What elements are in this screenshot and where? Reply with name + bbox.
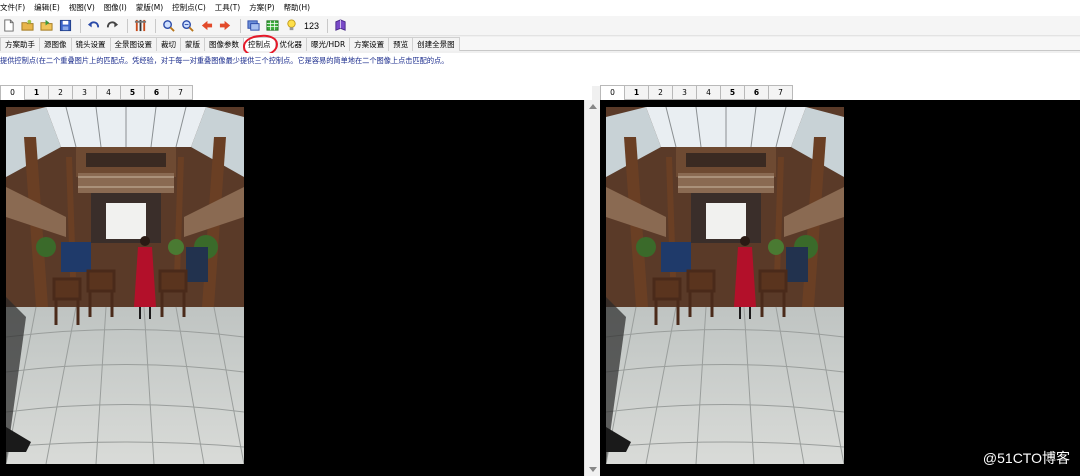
right-image-tab-2[interactable]: 2: [648, 85, 673, 100]
right-image-tab-0[interactable]: 0: [600, 85, 625, 101]
left-image-tab-1[interactable]: 1: [24, 85, 49, 100]
tab-lens-settings[interactable]: 镜头设置: [70, 37, 111, 51]
tab-image-parameters[interactable]: 图像参数: [204, 37, 244, 51]
scroll-down-icon[interactable]: [589, 467, 597, 472]
right-image-tab-3[interactable]: 3: [672, 85, 697, 100]
vertical-scrollbar[interactable]: [584, 100, 600, 476]
right-image-canvas[interactable]: @51CTO博客: [600, 100, 1080, 476]
menu-view[interactable]: 视图(V): [69, 0, 100, 16]
zoom-out-icon[interactable]: [179, 17, 196, 34]
toolbar-separator: [127, 18, 128, 33]
left-courtyard-photo[interactable]: [6, 107, 244, 464]
left-image-tab-3[interactable]: 3: [72, 85, 97, 100]
left-image-panel: 0 1 2 3 4 5 6 7: [0, 85, 592, 476]
right-image-tab-1[interactable]: 1: [624, 85, 649, 100]
right-image-tab-5[interactable]: 5: [720, 85, 745, 100]
tab-mask[interactable]: 蒙版: [180, 37, 205, 51]
left-image-tab-7[interactable]: 7: [168, 85, 193, 100]
tab-preview[interactable]: 预览: [388, 37, 414, 51]
redo-icon[interactable]: [104, 17, 121, 34]
left-image-canvas[interactable]: [0, 100, 584, 476]
open-icon[interactable]: [19, 17, 36, 34]
hint-text: 提供控制点(在二个重叠图片上的匹配点。凭经验，对于每一对重叠图像最少提供三个控制…: [0, 53, 1080, 69]
left-image-tab-6[interactable]: 6: [144, 85, 169, 100]
menu-file[interactable]: 文件(F): [0, 0, 30, 16]
left-image-tab-2[interactable]: 2: [48, 85, 73, 100]
tab-crop[interactable]: 裁切: [156, 37, 181, 51]
grid-icon[interactable]: [264, 17, 281, 34]
toolbar-separator: [155, 18, 156, 33]
menu-help[interactable]: 帮助(H): [284, 0, 316, 16]
tab-assistant[interactable]: 方案助手: [0, 37, 40, 51]
undo-icon[interactable]: [85, 17, 102, 34]
menu-mask[interactable]: 蒙版(M): [136, 0, 168, 16]
new-project-icon[interactable]: [0, 17, 17, 34]
toolbar-separator: [327, 18, 329, 33]
menu-edit[interactable]: 编辑(E): [34, 0, 65, 16]
tab-exposure-hdr[interactable]: 曝光/HDR: [306, 37, 351, 51]
scroll-up-icon[interactable]: [589, 104, 597, 109]
prev-icon[interactable]: [198, 17, 215, 34]
right-image-tab-7[interactable]: 7: [768, 85, 793, 100]
menu-image[interactable]: 图像(I): [104, 0, 132, 16]
right-image-tab-6[interactable]: 6: [744, 85, 769, 100]
right-image-tabs: 0 1 2 3 4 5 6 7: [600, 85, 1080, 101]
tab-create-panorama[interactable]: 创建全景图: [412, 37, 460, 51]
watermark: @51CTO博客: [982, 450, 1070, 466]
open-images-icon[interactable]: [38, 17, 55, 34]
left-image-tab-4[interactable]: 4: [96, 85, 121, 100]
show-numbers-icon[interactable]: 123: [304, 21, 319, 31]
tab-optimizer[interactable]: 优化器: [274, 37, 307, 51]
toolbar-separator: [240, 18, 241, 33]
tab-project-settings[interactable]: 方案设置: [349, 37, 390, 51]
right-image-tab-4[interactable]: 4: [696, 85, 721, 100]
next-icon[interactable]: [217, 17, 234, 34]
left-image-tabs: 0 1 2 3 4 5 6 7: [0, 85, 592, 101]
panel-gap: [0, 69, 1080, 86]
save-icon[interactable]: [57, 17, 74, 34]
left-image-tab-0[interactable]: 0: [0, 85, 25, 101]
book-icon[interactable]: [332, 17, 349, 34]
menu-project[interactable]: 方案(P): [249, 0, 279, 16]
menu-control-points[interactable]: 控制点(C): [172, 0, 211, 16]
hint-icon[interactable]: [283, 17, 300, 34]
right-image-panel: 0 1 2 3 4 5 6 7 @51CTO博客: [600, 85, 1080, 476]
main-tabs: 方案助手 源图像 镜头设置 全景图设置 裁切 蒙版 图像参数 控制点 优化器 曝…: [0, 37, 1080, 51]
left-image-tab-5[interactable]: 5: [120, 85, 145, 100]
toolbar: 123: [0, 16, 1080, 36]
right-courtyard-photo[interactable]: [606, 107, 844, 464]
preview-icon[interactable]: [245, 17, 262, 34]
optimize-icon[interactable]: [132, 17, 149, 34]
toolbar-separator: [80, 18, 81, 33]
zoom-in-icon[interactable]: [160, 17, 177, 34]
tab-source-images[interactable]: 源图像: [39, 37, 72, 51]
menu-tools[interactable]: 工具(T): [215, 0, 245, 16]
menu-bar: 文件(F) 编辑(E) 视图(V) 图像(I) 蒙版(M) 控制点(C) 工具(…: [0, 0, 1080, 16]
tab-panorama-settings[interactable]: 全景图设置: [109, 37, 157, 51]
